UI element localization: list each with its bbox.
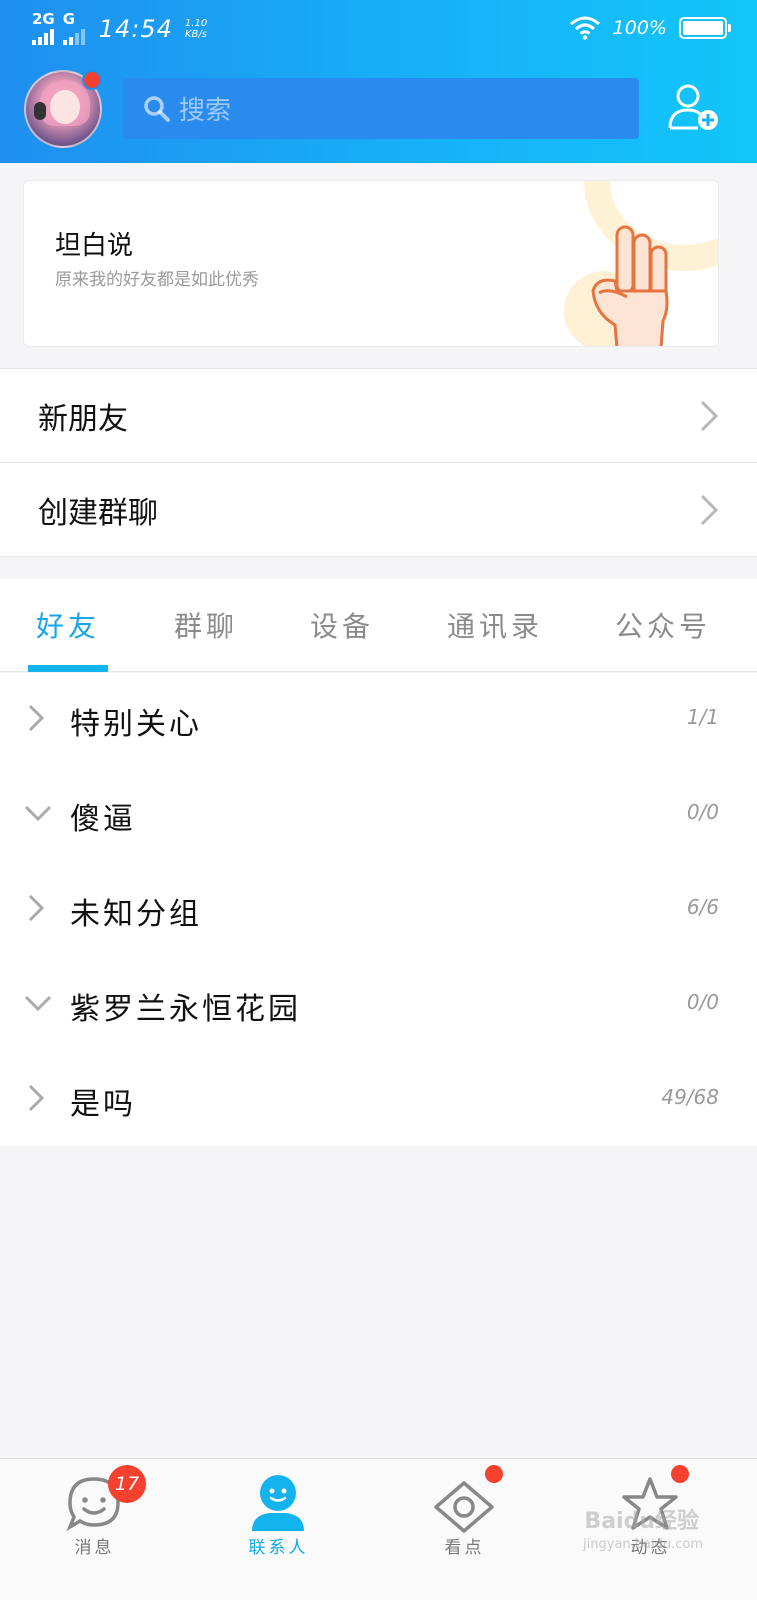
tab-watch-label: 看点: [444, 1538, 485, 1558]
notification-dot: [485, 1465, 503, 1483]
group-name: 是吗: [70, 1087, 136, 1122]
three-fingers-hand-icon: [591, 225, 669, 346]
network-type-1: 2G: [32, 10, 55, 28]
group-name: 未知分组: [70, 897, 202, 932]
notification-dot: [671, 1465, 689, 1483]
banner-subtitle: 原来我的好友都是如此优秀: [55, 270, 259, 290]
header: 2G G 14:54 1.10 KB/s 100% 搜索: [0, 0, 757, 163]
status-bar: 2G G 14:54 1.10 KB/s 100%: [0, 0, 757, 56]
divider: [0, 556, 757, 557]
group-row[interactable]: 未知分组 6/6: [0, 863, 757, 958]
chevron-right-icon: [28, 1084, 45, 1112]
speed-value: 1.10: [184, 17, 208, 29]
chevron-right-icon: [28, 704, 45, 732]
banner-title: 坦白说: [55, 231, 134, 261]
clock: 14:54: [98, 14, 173, 43]
group-count: 0/0: [686, 800, 719, 824]
tab-official-accounts[interactable]: 公众号: [615, 605, 711, 645]
speed-unit: KB/s: [184, 28, 207, 40]
tab-messages-label: 消息: [74, 1538, 115, 1558]
chevron-down-icon: [24, 995, 52, 1012]
new-friends-row[interactable]: 新朋友: [0, 369, 757, 462]
group-row[interactable]: 紫罗兰永恒花园 0/0: [0, 958, 757, 1053]
network-speed: 1.10 KB/s: [185, 18, 207, 40]
tab-address-book[interactable]: 通讯录: [447, 605, 543, 645]
bottom-tab-bar: 17 消息 联系人 看点 动态 Baidu经验 jingyan.baidu.co…: [0, 1458, 757, 1600]
signal-bars-icon: [32, 29, 55, 45]
tab-groups[interactable]: 群聊: [174, 605, 238, 645]
watermark-url: jingyan.baidu.com: [583, 1537, 703, 1552]
tab-messages[interactable]: 17 消息: [0, 1459, 189, 1600]
confession-banner[interactable]: 坦白说 原来我的好友都是如此优秀: [23, 180, 719, 347]
group-name: 紫罗兰永恒花园: [70, 992, 301, 1027]
friend-groups-list: 特别关心 1/1 傻逼 0/0 未知分组 6/6 紫罗兰永恒花园 0/0 是吗 …: [0, 673, 757, 1146]
chevron-down-icon: [24, 805, 52, 822]
chevron-right-icon: [700, 400, 719, 432]
group-row[interactable]: 是吗 49/68: [0, 1053, 757, 1148]
group-count: 49/68: [661, 1085, 719, 1109]
wifi-icon: [569, 16, 600, 40]
chevron-right-icon: [700, 494, 719, 526]
tab-contacts[interactable]: 联系人: [184, 1459, 373, 1600]
eye-icon: [434, 1481, 494, 1533]
signal-1: 2G: [32, 12, 55, 45]
group-count: 6/6: [686, 895, 719, 919]
unread-badge: 17: [108, 1465, 146, 1503]
add-friend-icon[interactable]: [666, 80, 722, 136]
active-tab-indicator: [28, 665, 108, 672]
search-input[interactable]: 搜索: [123, 78, 639, 139]
notification-dot: [82, 70, 102, 90]
create-group-row[interactable]: 创建群聊: [0, 463, 757, 556]
tab-friends[interactable]: 好友: [36, 605, 100, 645]
battery-percent: 100%: [612, 17, 667, 39]
group-count: 1/1: [686, 705, 719, 729]
tab-contacts-label: 联系人: [248, 1538, 309, 1558]
group-row[interactable]: 傻逼 0/0: [0, 768, 757, 863]
contacts-person-icon: [252, 1475, 304, 1531]
search-icon: [144, 95, 170, 122]
signal-bars-icon: [62, 29, 85, 45]
baidu-watermark: Baidu经验: [584, 1509, 699, 1534]
new-friends-label: 新朋友: [38, 401, 128, 437]
signal-2: G: [62, 10, 85, 45]
network-type-2: G: [62, 10, 76, 28]
contacts-tabs: 好友 群聊 设备 通讯录 公众号: [0, 579, 757, 672]
group-row[interactable]: 特别关心 1/1: [0, 673, 757, 768]
tab-devices[interactable]: 设备: [310, 605, 374, 645]
group-name: 傻逼: [70, 802, 136, 837]
tab-watch[interactable]: 看点: [370, 1459, 559, 1600]
group-name: 特别关心: [70, 707, 202, 742]
battery-icon: [679, 17, 731, 39]
create-group-label: 创建群聊: [38, 495, 158, 531]
group-count: 0/0: [686, 990, 719, 1014]
search-placeholder: 搜索: [179, 96, 232, 126]
chevron-right-icon: [28, 894, 45, 922]
